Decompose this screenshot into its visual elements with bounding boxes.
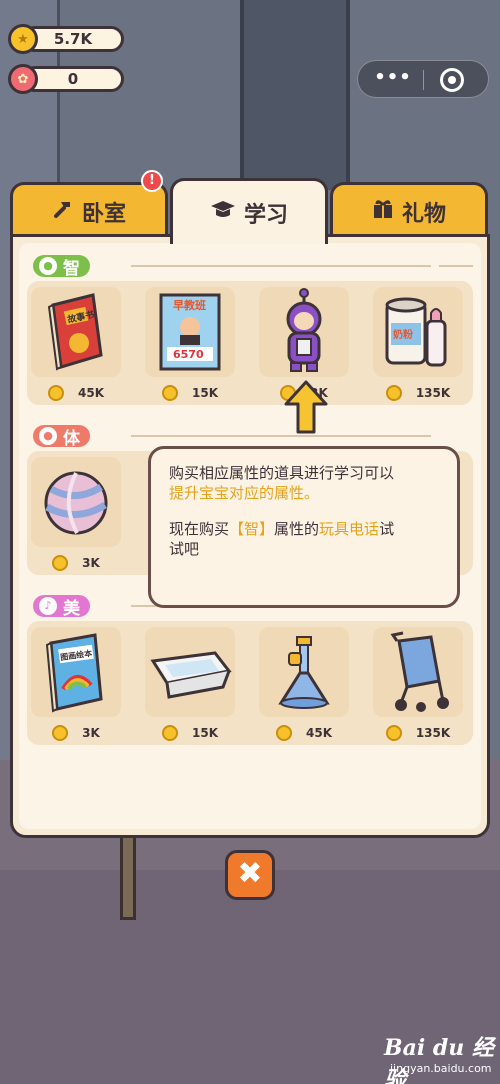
notification-badge: ! xyxy=(141,170,163,192)
tab-bedroom-label: 卧室 xyxy=(81,201,126,227)
section-physical-title: 体 xyxy=(63,428,80,449)
item-stroller[interactable]: 135K xyxy=(373,627,463,743)
room-pillar xyxy=(240,0,350,190)
item-price: 45K xyxy=(31,383,121,403)
item-early-education-price: 15K xyxy=(192,386,218,400)
item-early-education-image: 早教班 6570 xyxy=(145,287,235,377)
shop-tabs: 卧室 ! 学习 礼物 xyxy=(10,170,490,244)
item-price: 15K xyxy=(145,723,235,743)
item-milk-powder-image: 奶粉 xyxy=(373,287,463,377)
item-stroller-image xyxy=(373,627,463,717)
lightbulb-icon: ● xyxy=(39,257,57,275)
coin-icon xyxy=(385,725,402,741)
item-trumpet[interactable]: 45K xyxy=(259,627,349,743)
section-beauty-title: 美 xyxy=(63,598,80,619)
item-storybook-image: 故事书 xyxy=(31,287,121,377)
section-beauty-label: ♪ 美 xyxy=(33,595,90,619)
item-price: 45K xyxy=(259,723,349,743)
tab-gift-label: 礼物 xyxy=(401,201,446,227)
coin-icon xyxy=(385,385,402,401)
item-ball-image xyxy=(31,457,121,547)
item-ball-price: 3K xyxy=(82,556,100,570)
watermark-url: jingyan.baidu.com xyxy=(390,1062,492,1075)
tooltip-text-2: 现在购买 xyxy=(169,520,230,538)
miniprogram-capsule: ••• xyxy=(357,60,489,98)
coin-icon xyxy=(52,555,69,571)
item-early-education-class[interactable]: 早教班 6570 15K xyxy=(145,287,235,403)
coin-counter: ★ 5.7K xyxy=(8,24,124,54)
close-button[interactable]: ✖ xyxy=(225,850,275,900)
item-storybook[interactable]: 故事书 45K xyxy=(31,287,121,403)
flower-value: 0 xyxy=(67,70,79,88)
item-picture-book-image: 图画绘本 xyxy=(31,627,121,717)
milk-can-label: 奶粉 xyxy=(393,328,413,341)
tab-bedroom[interactable]: 卧室 xyxy=(10,182,168,238)
section-intelligence-label: ● 智 xyxy=(33,255,90,279)
tutorial-tooltip: 购买相应属性的道具进行学习可以 提升宝宝对应的属性。 现在购买【智】属性的玩具电… xyxy=(148,446,460,608)
coin-icon xyxy=(162,385,178,401)
tooltip-text-5: 试吧 xyxy=(169,540,200,558)
section-beauty: ♪ 美 图画绘本 3K 15K 45K 135K xyxy=(27,591,483,751)
item-bathtub-price: 15K xyxy=(192,726,218,740)
item-ball[interactable]: 3K xyxy=(31,457,121,573)
tooltip-text-4: 试 xyxy=(379,520,395,538)
item-price: 3K xyxy=(31,553,121,573)
watermark-brand: Bai du 经验 xyxy=(384,1035,494,1084)
hammer-icon xyxy=(52,198,74,225)
exit-miniprogram-button[interactable] xyxy=(440,68,464,92)
coin-value: 5.7K xyxy=(53,30,93,48)
item-stroller-price: 135K xyxy=(415,726,451,740)
item-price: 135K xyxy=(373,383,463,403)
item-storybook-price: 45K xyxy=(78,386,104,400)
item-picture-book-price: 3K xyxy=(82,726,100,740)
tooltip-text-3: 属性的 xyxy=(274,520,320,538)
item-picture-book[interactable]: 图画绘本 3K xyxy=(31,627,121,743)
gift-icon xyxy=(372,198,394,225)
section-divider-end xyxy=(439,265,473,267)
tutorial-arrow-icon xyxy=(284,380,328,436)
section-intelligence-title: 智 xyxy=(63,258,80,279)
tooltip-line-1: 购买相应属性的道具进行学习可以 提升宝宝对应的属性。 xyxy=(169,463,439,503)
tab-study-label: 学习 xyxy=(243,202,288,228)
poster-number-text: 6570 xyxy=(173,348,204,361)
item-bathtub[interactable]: 15K xyxy=(145,627,235,743)
item-milk-powder[interactable]: 奶粉 135K xyxy=(373,287,463,403)
item-trumpet-price: 45K xyxy=(306,726,332,740)
section-intelligence-card: 故事书 45K 早教班 6570 15K 3K 奶粉 135K xyxy=(27,281,473,405)
item-trumpet-image xyxy=(259,627,349,717)
tooltip-line-2: 现在购买【智】属性的玩具电话试 试吧 xyxy=(169,519,439,559)
section-divider xyxy=(131,265,431,267)
item-price: 135K xyxy=(373,723,463,743)
section-beauty-card: 图画绘本 3K 15K 45K 135K xyxy=(27,621,473,745)
tooltip-highlight-2: 【智】 xyxy=(229,520,275,538)
item-toy-phone-image xyxy=(259,287,349,377)
graduation-cap-icon xyxy=(210,200,236,225)
item-price: 3K xyxy=(31,723,121,743)
item-milk-powder-price: 135K xyxy=(415,386,451,400)
capsule-divider xyxy=(423,70,424,90)
more-menu-button[interactable]: ••• xyxy=(372,69,414,89)
music-note-icon: ♪ xyxy=(39,597,57,615)
coin-icon xyxy=(162,725,178,741)
flower-counter: ✿ 0 xyxy=(8,64,124,94)
coin-icon xyxy=(276,725,292,741)
section-physical-label: ● 体 xyxy=(33,425,90,449)
item-price: 15K xyxy=(145,383,235,403)
basketball-icon: ● xyxy=(39,427,57,445)
tab-study[interactable]: 学习 xyxy=(170,178,328,244)
tooltip-highlight-1: 提升宝宝对应的属性。 xyxy=(169,484,320,502)
baidu-watermark: Bai du 经验 jingyan.baidu.com xyxy=(384,1030,494,1084)
coin-icon xyxy=(48,385,64,401)
tooltip-text-1: 购买相应属性的道具进行学习可以 xyxy=(169,464,395,482)
coin-icon xyxy=(52,725,69,741)
tooltip-highlight-3: 玩具电话 xyxy=(319,520,380,538)
tab-gift[interactable]: 礼物 xyxy=(330,182,488,238)
section-divider xyxy=(131,435,431,437)
section-intelligence: ● 智 故事书 45K 早教班 6570 15K 3K 奶粉 135K xyxy=(27,251,483,411)
poster-title-text: 早教班 xyxy=(173,298,206,312)
item-bathtub-image xyxy=(145,627,235,717)
